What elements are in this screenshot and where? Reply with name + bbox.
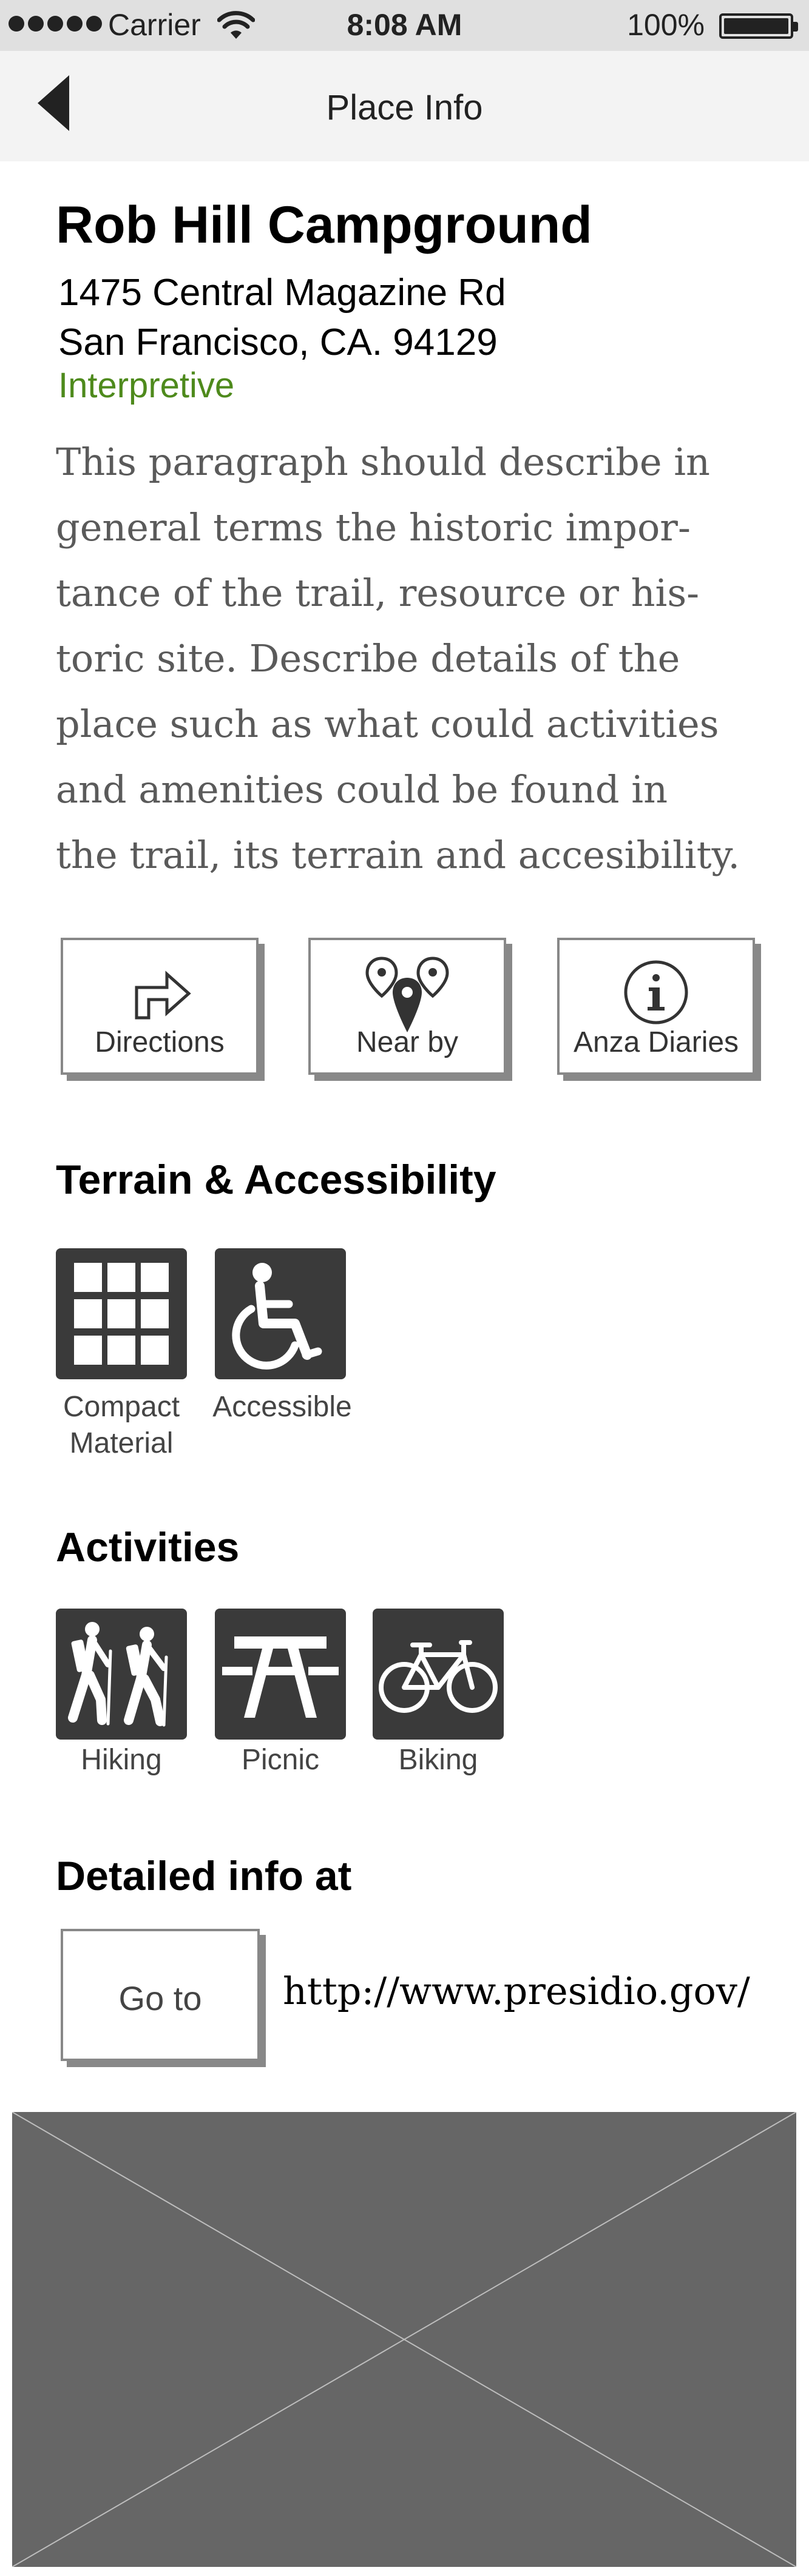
description-line: This paragraph should describe in (56, 440, 710, 484)
hiking-icon (68, 1622, 168, 1727)
compact-material-tile (56, 1248, 187, 1379)
biking-label: Biking (398, 1744, 478, 1776)
picnic-tile (215, 1609, 346, 1740)
info-icon (624, 960, 688, 1024)
placeholder-cross-icon (12, 2111, 797, 2568)
picnic-table-icon (222, 1636, 339, 1718)
address-line-1: 1475 Central Magazine Rd (58, 272, 506, 314)
place-category: Interpretive (58, 366, 235, 405)
compact-material-label: Compact Material (63, 1391, 180, 1459)
directions-label: Directions (95, 1026, 225, 1058)
anza-diaries-label: Anza Diaries (573, 1026, 739, 1058)
biking-tile (373, 1609, 504, 1740)
description-line: the trail, its terrain and accesibility. (56, 833, 740, 877)
accessible-label: Accessible (212, 1391, 352, 1423)
navigation-bar: Place Info (0, 51, 809, 161)
nearby-label: Near by (356, 1026, 459, 1058)
map-pins-icon (365, 957, 449, 1032)
page-title: Place Info (326, 88, 483, 127)
grid-icon (74, 1263, 169, 1365)
place-address: 1475 Central Magazine Rd San Francisco, … (58, 268, 506, 368)
accessible-tile (215, 1248, 346, 1379)
place-name: Rob Hill Campground (56, 196, 592, 254)
battery-icon (719, 13, 798, 39)
hiking-label: Hiking (81, 1744, 162, 1776)
directions-arrow-icon (135, 970, 191, 1020)
image-placeholder (12, 2111, 797, 2568)
go-to-label: Go to (118, 1979, 202, 2017)
nearby-button[interactable]: Near by (308, 938, 506, 1075)
description-line: and amenities could be found in (56, 767, 668, 812)
battery-percentage: 100% (627, 8, 705, 42)
terrain-section-title: Terrain & Accessibility (56, 1157, 496, 1203)
address-line-2: San Francisco, CA. 94129 (58, 321, 498, 363)
directions-button[interactable]: Directions (61, 938, 259, 1075)
description-line: tance of the trail, resource or his- (56, 571, 700, 615)
anza-diaries-button[interactable]: Anza Diaries (557, 938, 755, 1075)
place-description: This paragraph should describe in genera… (56, 429, 772, 888)
detailed-info-title: Detailed info at (56, 1853, 352, 1899)
description-line: general terms the historic impor- (56, 505, 691, 550)
wheelchair-icon (232, 1263, 322, 1370)
description-line: place such as what could activities (56, 702, 719, 746)
activities-section-title: Activities (56, 1524, 240, 1570)
hiking-tile (56, 1609, 187, 1740)
status-bar: Carrier 8:08 AM 100% (0, 0, 809, 51)
website-link[interactable]: http://www.presidio.gov/ (283, 1969, 750, 2013)
bicycle-icon (379, 1640, 498, 1713)
go-to-button[interactable]: Go to (61, 1929, 260, 2061)
description-line: toric site. Describe details of the (56, 636, 680, 681)
picnic-label: Picnic (241, 1744, 320, 1776)
